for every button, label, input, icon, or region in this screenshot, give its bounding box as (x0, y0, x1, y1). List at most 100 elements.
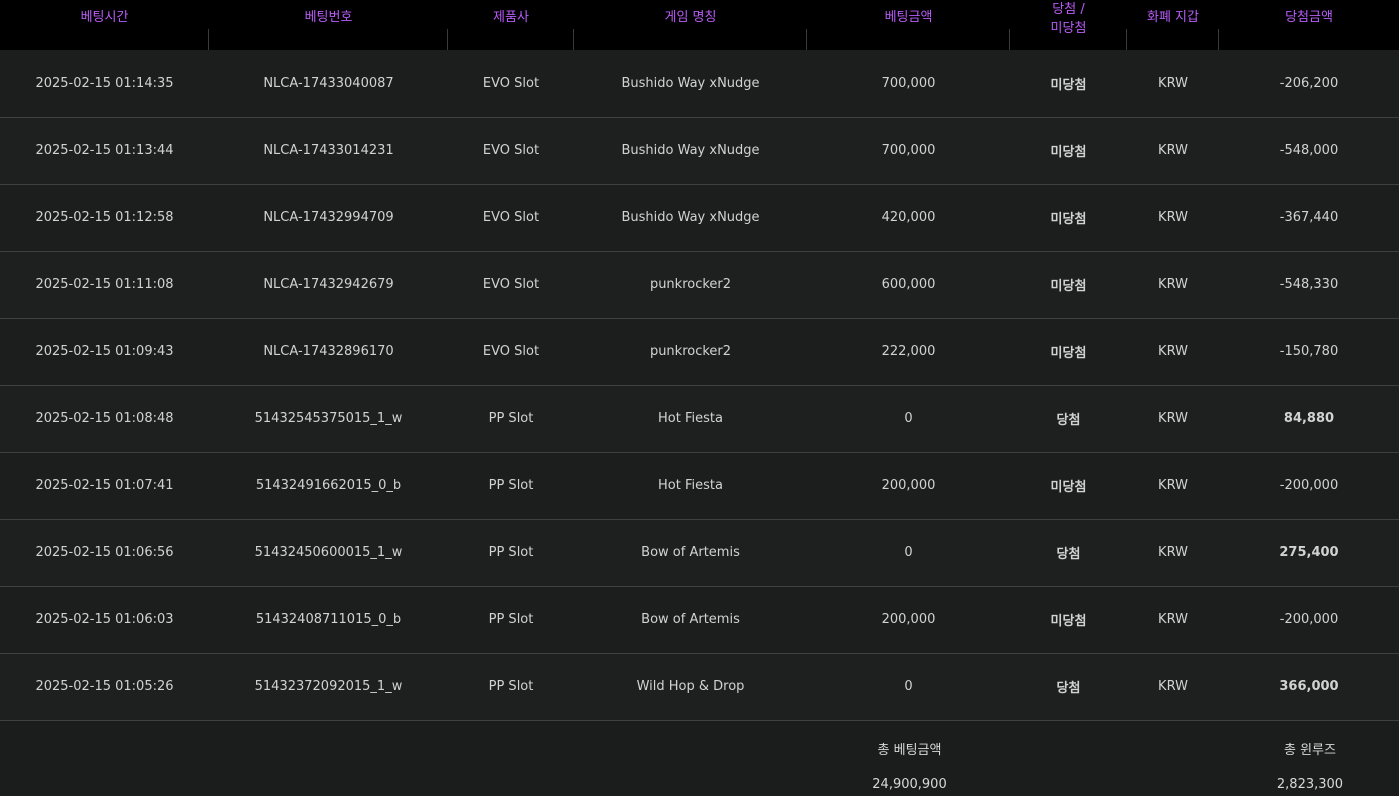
table-row[interactable]: 2025-02-15 01:06:03 51432408711015_0_b P… (0, 586, 1399, 653)
header-provider[interactable]: 제품사 (448, 0, 574, 50)
cell-win-amount: -367,440 (1279, 210, 1339, 225)
cell-result: 미당첨 (1050, 480, 1087, 495)
cell-bet-amount: 222,000 (881, 344, 936, 359)
cell-bet-amount: 200,000 (881, 478, 936, 493)
header-result-label: 당첨 / 미당첨 (1010, 0, 1127, 38)
header-game-name[interactable]: 게임 명칭 (574, 0, 807, 50)
cell-bet-amount: 700,000 (881, 143, 936, 158)
cell-win-amount: -206,200 (1279, 75, 1339, 91)
cell-provider: EVO Slot (482, 210, 540, 225)
cell-provider: EVO Slot (482, 75, 540, 91)
header-currency[interactable]: 화폐 지갑 (1127, 0, 1219, 50)
table-row[interactable]: 2025-02-15 01:05:26 51432372092015_1_w P… (0, 653, 1399, 720)
cell-bet-amount: 600,000 (881, 277, 936, 292)
table-row[interactable]: 2025-02-15 01:13:44 NLCA-17433014231 EVO… (0, 117, 1399, 184)
cell-result: 당첨 (1056, 413, 1081, 428)
table-header-row: 베팅시간 베팅번호 제품사 게임 명칭 베팅금액 당첨 / 미당첨 화폐 지갑 … (0, 0, 1399, 50)
cell-provider: PP Slot (488, 545, 534, 560)
bet-history-table: 베팅시간 베팅번호 제품사 게임 명칭 베팅금액 당첨 / 미당첨 화폐 지갑 … (0, 0, 1399, 721)
cell-currency: KRW (1158, 277, 1188, 292)
cell-win-amount: 275,400 (1279, 545, 1339, 560)
cell-bet-time: 2025-02-15 01:12:58 (35, 210, 174, 225)
cell-result: 미당첨 (1050, 212, 1087, 227)
cell-bet-number: 51432450600015_1_w (254, 545, 403, 560)
cell-bet-number: 51432491662015_0_b (255, 478, 402, 493)
cell-provider: EVO Slot (482, 344, 540, 359)
header-result-line1: 당첨 / (1052, 2, 1085, 17)
cell-win-amount: -200,000 (1279, 478, 1339, 493)
cell-result: 미당첨 (1050, 145, 1087, 160)
bet-history-page: 베팅시간 베팅번호 제품사 게임 명칭 베팅금액 당첨 / 미당첨 화폐 지갑 … (0, 0, 1399, 796)
cell-result: 당첨 (1056, 547, 1081, 562)
table-row[interactable]: 2025-02-15 01:12:58 NLCA-17432994709 EVO… (0, 184, 1399, 251)
cell-result: 미당첨 (1050, 614, 1087, 629)
cell-bet-number: NLCA-17432896170 (263, 344, 394, 359)
cell-bet-time: 2025-02-15 01:11:08 (35, 277, 174, 292)
cell-bet-time: 2025-02-15 01:08:48 (35, 411, 174, 426)
cell-bet-time: 2025-02-15 01:06:56 (35, 545, 174, 560)
cell-bet-number: NLCA-17433040087 (263, 75, 394, 91)
total-winloss-value: 2,823,300 (1276, 777, 1344, 792)
cell-result: 미당첨 (1050, 346, 1087, 361)
cell-win-amount: -200,000 (1279, 612, 1339, 627)
table-row[interactable]: 2025-02-15 01:14:35 NLCA-17433040087 EVO… (0, 50, 1399, 117)
total-bet-label: 총 베팅금액 (877, 743, 942, 758)
cell-game-name: Bushido Way xNudge (621, 210, 760, 225)
cell-result: 당첨 (1056, 681, 1081, 696)
cell-currency: KRW (1158, 545, 1188, 560)
table-row[interactable]: 2025-02-15 01:09:43 NLCA-17432896170 EVO… (0, 318, 1399, 385)
cell-game-name: Bushido Way xNudge (621, 143, 760, 158)
total-bet-summary: 총 베팅금액 24,900,900 (808, 739, 1011, 792)
cell-bet-time: 2025-02-15 01:06:03 (35, 612, 174, 627)
cell-bet-amount: 0 (904, 679, 913, 694)
cell-result: 미당첨 (1050, 77, 1087, 93)
cell-provider: PP Slot (488, 612, 534, 627)
cell-bet-amount: 420,000 (881, 210, 936, 225)
cell-bet-time: 2025-02-15 01:09:43 (35, 344, 174, 359)
cell-currency: KRW (1158, 344, 1188, 359)
cell-currency: KRW (1158, 411, 1188, 426)
cell-win-amount: -150,780 (1279, 344, 1339, 359)
cell-game-name: Bow of Artemis (641, 545, 740, 560)
cell-game-name: Wild Hop & Drop (636, 679, 745, 694)
cell-bet-amount: 0 (904, 545, 913, 560)
cell-currency: KRW (1158, 143, 1188, 158)
cell-game-name: punkrocker2 (649, 277, 732, 292)
cell-win-amount: -548,000 (1279, 143, 1339, 158)
total-winloss-summary: 총 윈루즈 2,823,300 (1221, 739, 1399, 792)
cell-provider: EVO Slot (482, 143, 540, 158)
header-bet-number[interactable]: 베팅번호 (209, 0, 448, 50)
cell-currency: KRW (1158, 210, 1188, 225)
cell-bet-time: 2025-02-15 01:14:35 (35, 75, 174, 91)
header-bet-amount[interactable]: 베팅금액 (807, 0, 1010, 50)
cell-currency: KRW (1158, 478, 1188, 493)
cell-game-name: punkrocker2 (649, 344, 732, 359)
cell-bet-number: NLCA-17432994709 (263, 210, 394, 225)
cell-bet-time: 2025-02-15 01:13:44 (35, 143, 174, 158)
cell-currency: KRW (1158, 679, 1188, 694)
header-bet-time[interactable]: 베팅시간 (0, 0, 209, 50)
table-row[interactable]: 2025-02-15 01:07:41 51432491662015_0_b P… (0, 452, 1399, 519)
cell-bet-number: 51432408711015_0_b (255, 612, 402, 627)
table-row[interactable]: 2025-02-15 01:08:48 51432545375015_1_w P… (0, 385, 1399, 452)
cell-currency: KRW (1158, 612, 1188, 627)
cell-bet-amount: 200,000 (881, 612, 936, 627)
header-result[interactable]: 당첨 / 미당첨 (1010, 0, 1127, 50)
cell-bet-time: 2025-02-15 01:07:41 (35, 478, 174, 493)
cell-game-name: Bushido Way xNudge (621, 75, 760, 91)
cell-bet-number: 51432545375015_1_w (254, 411, 403, 426)
header-win-amount[interactable]: 당첨금액 (1219, 0, 1399, 50)
table-row[interactable]: 2025-02-15 01:11:08 NLCA-17432942679 EVO… (0, 251, 1399, 318)
cell-bet-amount: 700,000 (881, 75, 936, 91)
total-bet-value: 24,900,900 (872, 777, 947, 792)
cell-currency: KRW (1158, 75, 1188, 91)
cell-game-name: Hot Fiesta (658, 411, 723, 426)
cell-bet-number: 51432372092015_1_w (254, 679, 403, 694)
cell-provider: PP Slot (488, 679, 534, 694)
cell-win-amount: -548,330 (1279, 277, 1339, 292)
cell-bet-amount: 0 (904, 411, 913, 426)
cell-bet-number: NLCA-17432942679 (263, 277, 394, 292)
header-result-line2: 미당첨 (1050, 21, 1087, 36)
table-row[interactable]: 2025-02-15 01:06:56 51432450600015_1_w P… (0, 519, 1399, 586)
cell-bet-time: 2025-02-15 01:05:26 (35, 679, 174, 694)
